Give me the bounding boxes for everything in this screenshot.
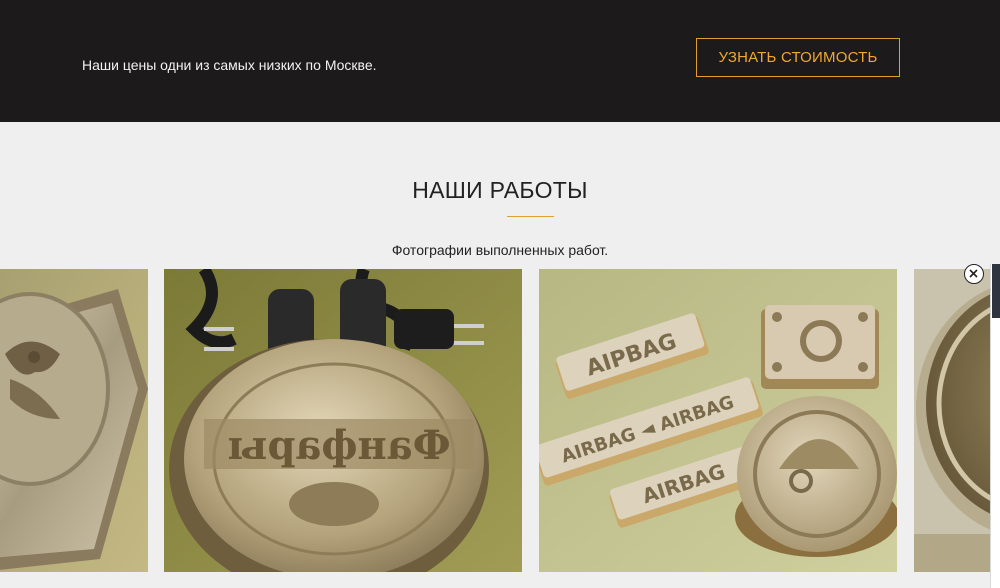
title-divider bbox=[507, 216, 554, 217]
gallery-photo-2[interactable]: Фанфары bbox=[164, 269, 522, 572]
close-icon bbox=[969, 269, 978, 278]
gallery-photo-1[interactable] bbox=[0, 269, 148, 572]
brass-stamp-letters-photo: AIPBAG AIRBAG ◄ AIRBAG AIRBAG bbox=[539, 269, 897, 572]
close-button[interactable] bbox=[964, 264, 984, 284]
get-price-button[interactable]: УЗНАТЬ СТОИМОСТЬ bbox=[696, 38, 900, 77]
gallery-photo-4[interactable] bbox=[914, 269, 1000, 572]
section-subtitle: Фотографии выполненных работ. bbox=[391, 242, 609, 258]
brass-stamp-round-photo bbox=[914, 269, 1000, 572]
gallery-photo-3[interactable]: AIPBAG AIRBAG ◄ AIRBAG AIRBAG bbox=[539, 269, 897, 572]
svg-text:Фанфары: Фанфары bbox=[227, 422, 450, 469]
promo-text: Наши цены одни из самых низких по Москве… bbox=[82, 57, 377, 73]
section-title: НАШИ РАБОТЫ bbox=[412, 177, 588, 203]
brass-stamp-eagle-photo bbox=[0, 269, 148, 572]
promo-band: Наши цены одни из самых низких по Москве… bbox=[0, 0, 1000, 122]
brass-stamp-heaters-photo: Фанфары bbox=[164, 269, 522, 572]
side-widget-tab[interactable] bbox=[992, 264, 1000, 318]
